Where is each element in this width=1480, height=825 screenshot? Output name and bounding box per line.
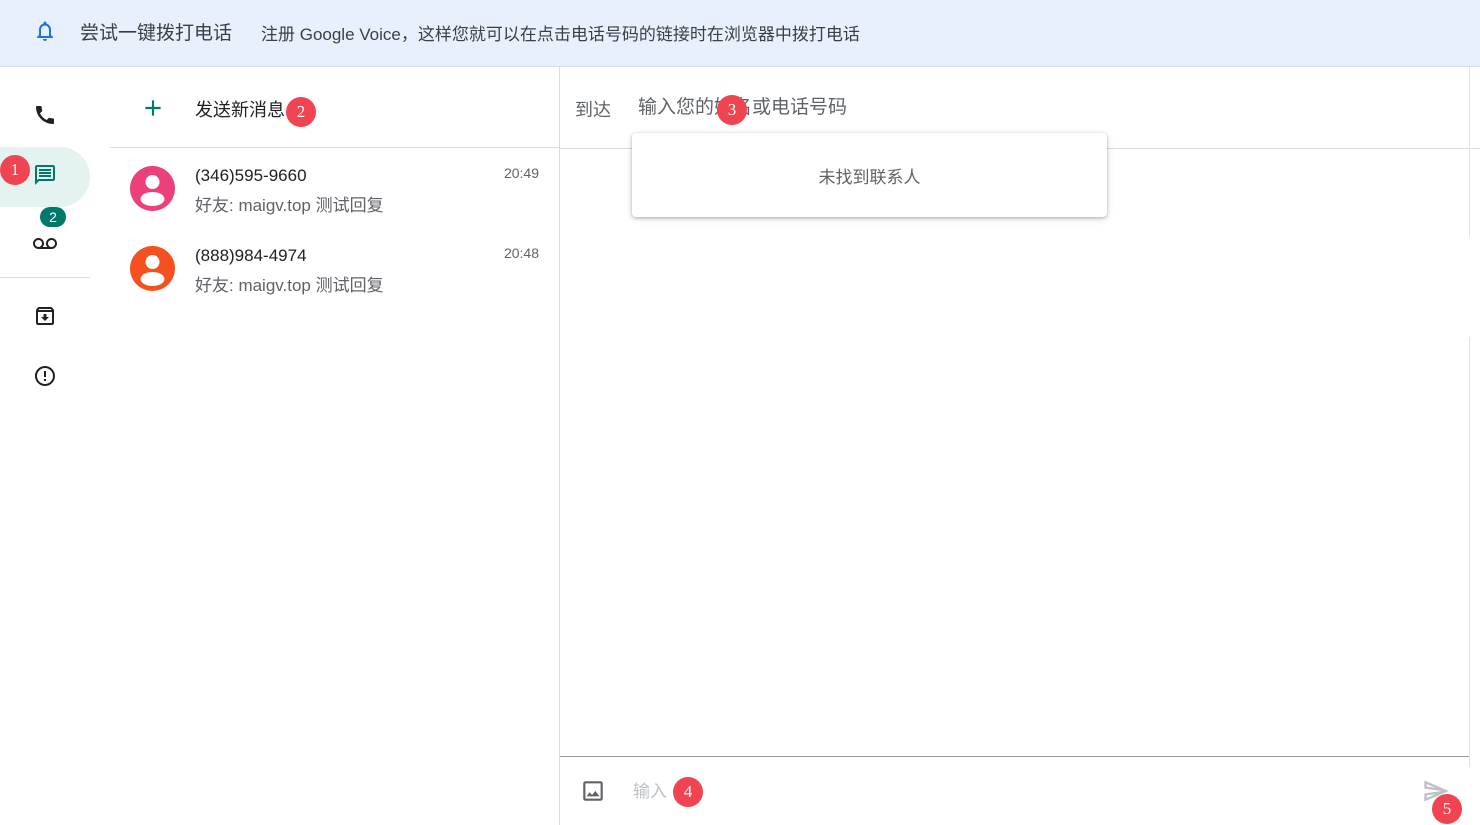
archive-icon — [33, 304, 57, 333]
conversation-time: 20:49 — [503, 165, 539, 181]
rail-item-spam[interactable] — [0, 348, 90, 408]
voicemail-badge: 2 — [40, 207, 66, 227]
spam-icon — [33, 364, 57, 393]
to-label: 到达 — [575, 100, 611, 120]
rail-item-archive[interactable] — [0, 288, 90, 348]
rail-divider — [0, 277, 90, 278]
banner-title[interactable]: 尝试一键拨打电话 — [80, 18, 232, 45]
message-icon — [33, 163, 57, 192]
no-contacts-text: 未找到联系人 — [818, 167, 921, 187]
new-message-label: 发送新消息 — [195, 100, 285, 120]
voice-banner: 尝试一键拨打电话 注册 Google Voice，这样您就可以在点击电话号码的链… — [0, 0, 1480, 67]
annotation-marker: 4 — [673, 777, 703, 807]
conversation-time: 20:48 — [503, 245, 539, 261]
person-icon — [140, 255, 165, 286]
contact-suggestions-dropdown: 未找到联系人 — [632, 133, 1107, 217]
message-input[interactable] — [633, 777, 1393, 807]
image-icon[interactable] — [580, 778, 606, 804]
avatar — [130, 246, 175, 291]
conversation-item[interactable]: (346)595-9660 好友: maigv.top 测试回复 20:49 — [110, 148, 559, 228]
banner-description: 注册 Google Voice，这样您就可以在点击电话号码的链接时在浏览器中拨打… — [261, 25, 860, 44]
bell-icon — [33, 19, 57, 43]
conversation-item[interactable]: (888)984-4974 好友: maigv.top 测试回复 20:48 — [110, 228, 559, 308]
new-message-button[interactable]: 发送新消息 — [110, 67, 559, 148]
conversation-snippet: 好友: maigv.top 测试回复 — [195, 196, 384, 215]
scrollbar[interactable] — [1469, 67, 1480, 825]
voicemail-icon — [33, 232, 57, 261]
conversation-phone: (888)984-4974 — [195, 246, 307, 265]
conversation-snippet: 好友: maigv.top 测试回复 — [195, 276, 384, 295]
phone-icon — [33, 103, 57, 132]
thread-panel: 到达 未找到联系人 — [560, 67, 1480, 825]
annotation-marker: 5 — [1432, 794, 1462, 824]
annotation-marker: 2 — [286, 97, 316, 127]
rail-item-calls[interactable] — [0, 87, 90, 147]
annotation-marker: 1 — [0, 155, 30, 185]
annotation-marker: 3 — [717, 95, 747, 125]
conversation-phone: (346)595-9660 — [195, 166, 307, 185]
person-icon — [140, 175, 165, 206]
avatar — [130, 166, 175, 211]
conversation-list-panel: 发送新消息 (346)595-9660 好友: maigv.top 测试回复 2… — [110, 67, 560, 825]
plus-icon — [140, 95, 166, 121]
